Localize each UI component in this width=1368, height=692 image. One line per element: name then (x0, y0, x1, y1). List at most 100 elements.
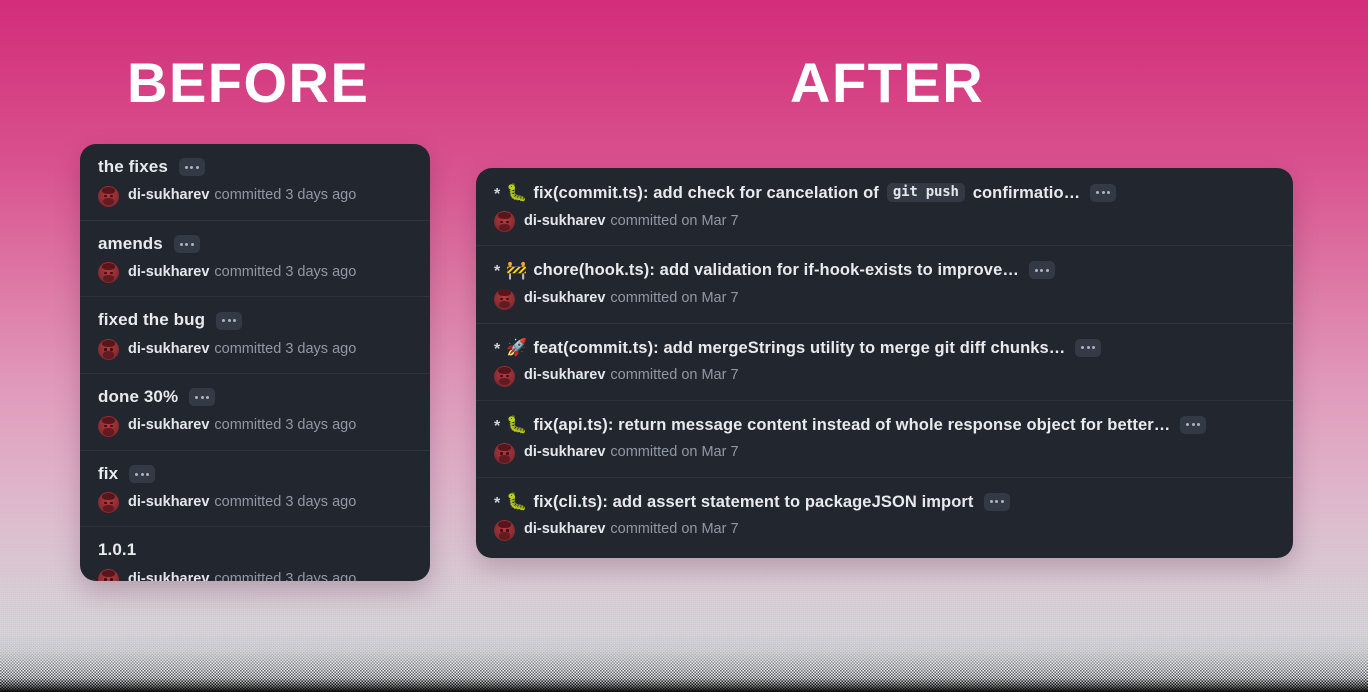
author-name[interactable]: di-sukharev (128, 571, 209, 581)
user-avatar[interactable] (98, 569, 119, 581)
bug-emoji: 🐛 (506, 492, 528, 512)
author-name[interactable]: di-sukharev (128, 264, 209, 280)
commit-options-badge[interactable] (216, 311, 243, 330)
commit-title: * 🐛 fix(commit.ts): add check for cancelat… (494, 183, 1277, 203)
commit-message: fix(commit.ts): add check for cancelatio… (533, 183, 879, 202)
commit-author-line: di-sukharev committed 3 days ago (98, 262, 414, 284)
commit-message: 1.0.1 (98, 540, 137, 560)
commit-message: fix(api.ts): return message content inst… (533, 415, 1171, 434)
asterisk-marker: * (494, 263, 501, 281)
user-avatar[interactable] (494, 211, 515, 233)
commit-row[interactable]: * 🚀 feat(commit.ts): add mergeStrings util… (476, 322, 1293, 400)
commit-options-badge[interactable] (1180, 415, 1207, 434)
author-name[interactable]: di-sukharev (128, 417, 209, 433)
author-name[interactable]: di-sukharev (524, 367, 605, 383)
commit-message: fixed the bug (98, 310, 206, 330)
commit-timestamp: committed on Mar 7 (610, 367, 739, 384)
commit-options-badge[interactable] (1090, 183, 1117, 202)
commit-message: fix (98, 463, 119, 483)
commit-title: * 🚧 chore(hook.ts): add validation for if-… (494, 260, 1277, 281)
commit-row[interactable]: 1.0.1 di-sukharev committed 3 days ago (80, 526, 430, 581)
commit-title: amends (98, 233, 414, 254)
commit-row[interactable]: fixed the bug di-sukharev committed 3 days… (80, 296, 430, 373)
user-avatar[interactable] (494, 442, 515, 464)
commit-author-line: di-sukharev committed on Mar 7 (494, 442, 1277, 464)
commit-message: done 30% (98, 387, 179, 407)
commit-title: * 🚀 feat(commit.ts): add mergeStrings util… (494, 339, 1277, 357)
bug-emoji: 🐛 (506, 415, 528, 435)
asterisk-marker: * (494, 417, 501, 435)
bug-emoji: 🐛 (506, 183, 528, 203)
commit-options-badge[interactable] (1028, 261, 1055, 280)
commit-options-badge[interactable] (983, 492, 1010, 511)
commit-options-badge[interactable] (178, 158, 205, 177)
commit-author-line: di-sukharev committed 3 days ago (98, 415, 414, 437)
commit-row[interactable]: * 🐛 fix(commit.ts): add check for cancelat… (476, 168, 1293, 245)
commit-timestamp: committed 3 days ago (214, 263, 357, 280)
user-avatar[interactable] (98, 339, 119, 361)
commit-row[interactable]: * 🐛 fix(api.ts): return message content in… (476, 399, 1293, 477)
user-avatar[interactable] (98, 415, 119, 437)
asterisk-marker: * (494, 185, 501, 203)
user-avatar[interactable] (98, 185, 119, 207)
user-avatar[interactable] (98, 262, 119, 284)
commit-title: the fixes (98, 157, 414, 177)
commit-title: * 🐛 fix(cli.ts): add assert statement to p… (494, 493, 1277, 511)
after-commits-panel: * 🐛 fix(commit.ts): add check for cancelat… (476, 168, 1293, 558)
inline-code-snippet: git push (886, 183, 965, 203)
background-bottom-fade (0, 678, 1368, 692)
commit-message: the fixes (98, 157, 168, 176)
commit-author-line: di-sukharev committed 3 days ago (98, 492, 414, 514)
commit-timestamp: committed 3 days ago (214, 493, 357, 510)
user-avatar[interactable] (494, 365, 515, 387)
commit-message: feat(commit.ts): add mergeStrings utilit… (533, 338, 1066, 357)
commit-row[interactable]: done 30% di-sukharev committed 3 days ago (80, 373, 430, 450)
author-name[interactable]: di-sukharev (128, 494, 209, 510)
commit-row[interactable]: amends di-sukharev committed 3 days ago (80, 219, 430, 297)
author-name[interactable]: di-sukharev (524, 213, 605, 229)
commit-author-line: di-sukharev committed 3 days ago (98, 185, 414, 207)
commit-author-line: di-sukharev committed on Mar 7 (494, 288, 1277, 310)
commit-timestamp: committed on Mar 7 (610, 521, 739, 538)
commit-row[interactable]: * 🚧 chore(hook.ts): add validation for if-… (476, 245, 1293, 322)
commit-options-badge[interactable] (189, 388, 216, 407)
before-commits-panel: the fixes di-sukharev committed 3 days ago… (80, 144, 430, 581)
commit-message: fix(cli.ts): add assert statement to pac… (533, 492, 974, 511)
before-heading: BEFORE (127, 51, 370, 114)
commit-message: chore(hook.ts): add validation for if-ho… (533, 261, 1019, 280)
commit-title: done 30% (98, 387, 414, 407)
author-name[interactable]: di-sukharev (524, 444, 605, 460)
commit-row[interactable]: * 🐛 fix(cli.ts): add assert statement to p… (476, 476, 1293, 554)
commit-options-badge[interactable] (173, 235, 200, 254)
commit-author-line: di-sukharev committed on Mar 7 (494, 211, 1277, 233)
commit-title: 1.0.1 (98, 541, 414, 560)
commit-author-line: di-sukharev committed on Mar 7 (494, 519, 1277, 541)
rocket-emoji: 🚀 (506, 338, 528, 358)
user-avatar[interactable] (98, 492, 119, 514)
author-name[interactable]: di-sukharev (524, 521, 605, 538)
commit-row[interactable]: the fixes di-sukharev committed 3 days ago (80, 144, 430, 220)
user-avatar[interactable] (494, 288, 515, 310)
commit-message: amends (98, 233, 163, 253)
asterisk-marker: * (494, 340, 501, 358)
author-name[interactable]: di-sukharev (128, 187, 209, 203)
asterisk-marker: * (494, 494, 501, 512)
commit-timestamp: committed on Mar 7 (610, 212, 739, 229)
commit-title: fixed the bug (98, 311, 414, 330)
user-avatar[interactable] (494, 519, 515, 541)
commit-author-line: di-sukharev committed 3 days ago (98, 339, 414, 361)
commit-timestamp: committed 3 days ago (214, 570, 357, 581)
construction-emoji: 🚧 (506, 260, 528, 280)
author-name[interactable]: di-sukharev (524, 290, 605, 306)
commit-options-badge[interactable] (1075, 338, 1102, 357)
author-name[interactable]: di-sukharev (128, 341, 209, 357)
commit-timestamp: committed 3 days ago (214, 187, 357, 204)
commit-author-line: di-sukharev committed on Mar 7 (494, 365, 1277, 387)
commit-options-badge[interactable] (129, 465, 156, 484)
commit-title: fix (98, 463, 414, 484)
commit-timestamp: committed 3 days ago (214, 417, 357, 434)
commit-row[interactable]: fix di-sukharev committed 3 days ago (80, 449, 430, 527)
commit-timestamp: committed on Mar 7 (610, 444, 739, 461)
commit-timestamp: committed 3 days ago (214, 340, 357, 357)
commit-title: * 🐛 fix(api.ts): return message content in… (494, 416, 1277, 434)
